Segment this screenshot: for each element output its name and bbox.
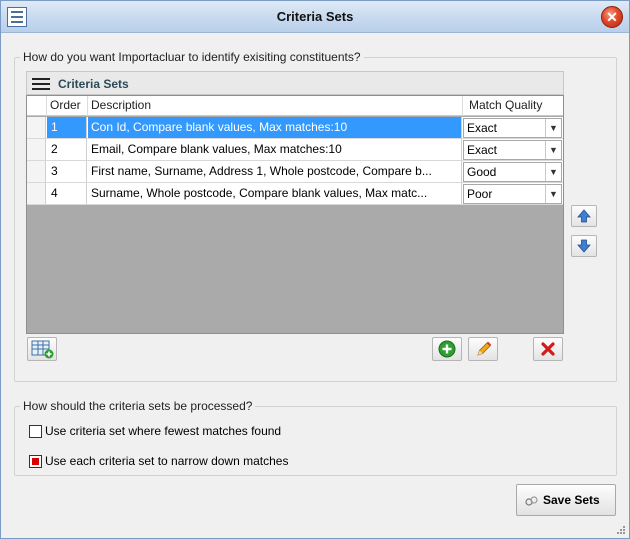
description-cell[interactable]: Con Id, Compare blank values, Max matche… <box>88 117 462 138</box>
panel-title: Criteria Sets <box>58 77 129 91</box>
delete-icon <box>541 342 555 356</box>
match-quality-value: Poor <box>467 187 493 201</box>
chevron-down-icon[interactable]: ▼ <box>545 141 561 159</box>
order-cell[interactable]: 4 <box>47 183 87 204</box>
description-cell[interactable]: First name, Surname, Address 1, Whole po… <box>88 161 462 182</box>
chevron-down-icon[interactable]: ▼ <box>545 119 561 137</box>
match-quality-value: Exact <box>467 143 498 157</box>
chevron-down-icon[interactable]: ▼ <box>545 163 561 181</box>
add-table-button[interactable] <box>27 337 57 361</box>
description-cell[interactable]: Surname, Whole postcode, Compare blank v… <box>88 183 462 204</box>
move-down-button[interactable] <box>571 235 597 257</box>
fewest-matches-checkbox[interactable] <box>29 425 42 438</box>
save-sets-button[interactable]: Save Sets <box>516 484 616 516</box>
move-up-button[interactable] <box>571 205 597 227</box>
match-quality-select[interactable]: Good ▼ <box>463 162 562 182</box>
row-selector[interactable] <box>27 183 46 204</box>
criteria-sets-window: Criteria Sets ✕ How do you want Importac… <box>0 0 630 539</box>
row-selector[interactable] <box>27 139 46 160</box>
criteria-grid: Order Description Match Quality 1 Con Id,… <box>26 95 564 334</box>
match-quality-value: Good <box>467 165 497 179</box>
match-quality-value: Exact <box>467 121 498 135</box>
title-bar: Criteria Sets ✕ <box>1 1 629 33</box>
table-row[interactable]: 2 Email, Compare blank values, Max matche… <box>27 139 563 161</box>
column-header-description[interactable]: Description <box>88 96 463 116</box>
narrow-down-label: Use each criteria set to narrow down mat… <box>45 454 289 468</box>
window-title: Criteria Sets <box>276 9 354 24</box>
table-row[interactable]: 4 Surname, Whole postcode, Compare blank … <box>27 183 563 205</box>
edit-criteria-button[interactable] <box>468 337 498 361</box>
match-quality-select[interactable]: Exact ▼ <box>463 118 562 138</box>
resize-grip-icon[interactable] <box>616 525 626 535</box>
match-quality-select[interactable]: Poor ▼ <box>463 184 562 204</box>
menu-icon[interactable] <box>32 78 50 90</box>
move-up-icon <box>577 209 591 223</box>
add-icon <box>438 340 456 358</box>
chevron-down-icon[interactable]: ▼ <box>545 185 561 203</box>
order-cell[interactable]: 3 <box>47 161 87 182</box>
description-cell[interactable]: Email, Compare blank values, Max matches… <box>88 139 462 160</box>
row-selector-header <box>27 96 47 116</box>
match-quality-select[interactable]: Exact ▼ <box>463 140 562 160</box>
order-cell[interactable]: 1 <box>47 117 87 138</box>
table-row[interactable]: 3 First name, Surname, Address 1, Whole p… <box>27 161 563 183</box>
criteria-panel-header: Criteria Sets <box>26 71 564 95</box>
column-header-order[interactable]: Order <box>47 96 88 116</box>
narrow-down-checkbox[interactable] <box>29 455 42 468</box>
save-icon <box>525 496 538 506</box>
column-header-match-quality[interactable]: Match Quality <box>463 96 563 116</box>
fewest-matches-label: Use criteria set where fewest matches fo… <box>45 424 282 438</box>
order-cell[interactable]: 2 <box>47 139 87 160</box>
add-table-icon <box>31 340 54 359</box>
add-criteria-button[interactable] <box>432 337 462 361</box>
save-sets-label: Save Sets <box>543 493 600 507</box>
process-group-label: How should the criteria sets be processe… <box>20 399 256 413</box>
delete-criteria-button[interactable] <box>533 337 563 361</box>
row-selector[interactable] <box>27 161 46 182</box>
move-down-icon <box>577 239 591 253</box>
identify-group-label: How do you want Importacluar to identify… <box>20 50 364 64</box>
row-selector[interactable] <box>27 117 46 138</box>
table-row[interactable]: 1 Con Id, Compare blank values, Max match… <box>27 117 563 139</box>
close-icon[interactable]: ✕ <box>601 6 623 28</box>
grid-header: Order Description Match Quality <box>27 96 563 116</box>
edit-icon <box>477 341 492 356</box>
